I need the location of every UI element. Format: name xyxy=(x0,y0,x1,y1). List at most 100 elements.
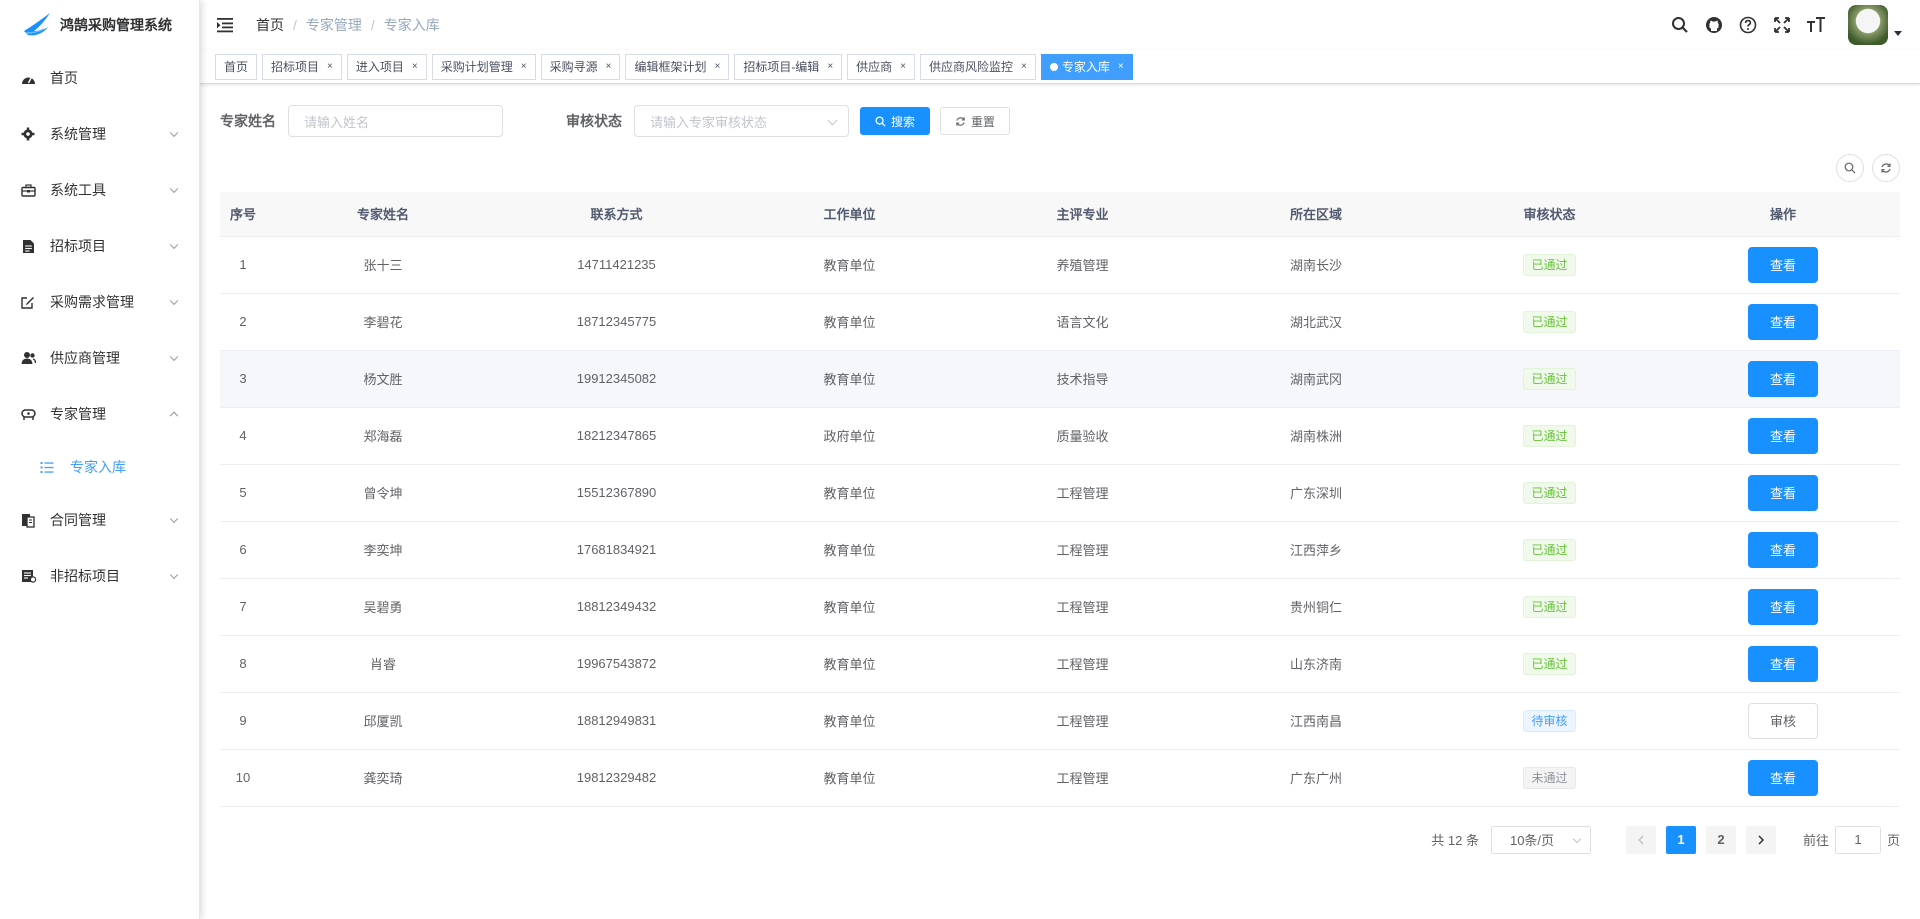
cell-name: 张十三 xyxy=(266,236,500,294)
cell-status: 已通过 xyxy=(1433,350,1666,408)
cell-name: 郑海磊 xyxy=(266,407,500,465)
page-1-button[interactable]: 1 xyxy=(1665,825,1696,854)
sidebar-item-system-management[interactable]: 系统管理 xyxy=(0,106,199,162)
close-icon[interactable]: × xyxy=(412,55,418,79)
tag-7[interactable]: 供应商 × xyxy=(847,53,916,80)
hamburger-icon[interactable] xyxy=(216,16,234,34)
sidebar: 鸿鹄采购管理系统 首页 系统管理 系统工具 招标项目 采购需求管理 供应商管理专家管理专家… xyxy=(0,0,200,919)
view-button[interactable]: 查看 xyxy=(1748,303,1818,340)
tag-6[interactable]: 招标项目-编辑 × xyxy=(734,53,843,80)
cell-unit: 教育单位 xyxy=(733,578,966,636)
column-header: 专家姓名 xyxy=(266,192,500,237)
sidebar-item-contract-management[interactable]: 合同管理 xyxy=(0,492,199,548)
sidebar-item-supplier-management[interactable]: 供应商管理 xyxy=(0,330,199,386)
next-page-button[interactable] xyxy=(1745,825,1776,854)
caret-down-icon[interactable] xyxy=(1894,30,1902,36)
tag-8[interactable]: 供应商风险监控 × xyxy=(920,53,1036,80)
page-size-select[interactable]: 10条/页 xyxy=(1490,825,1591,854)
view-button[interactable]: 查看 xyxy=(1748,759,1818,796)
cell-unit: 教育单位 xyxy=(733,464,966,522)
close-icon[interactable]: × xyxy=(327,55,333,79)
cell-status: 未通过 xyxy=(1433,749,1666,807)
tag-2[interactable]: 进入项目 × xyxy=(346,53,427,80)
prev-page-button[interactable] xyxy=(1625,825,1656,854)
close-icon[interactable]: × xyxy=(900,55,906,79)
cell-no: 2 xyxy=(220,293,266,351)
form-icon xyxy=(20,568,36,584)
audit-button[interactable]: 审核 xyxy=(1748,702,1818,739)
view-button[interactable]: 查看 xyxy=(1748,417,1818,454)
view-button[interactable]: 查看 xyxy=(1748,360,1818,397)
breadcrumb-home[interactable]: 首页 xyxy=(256,15,284,35)
goto-page-input[interactable]: 1 xyxy=(1834,825,1881,854)
search-button[interactable]: 搜索 xyxy=(860,107,931,135)
font-size-icon[interactable] xyxy=(1806,15,1826,35)
cell-action: 查看 xyxy=(1666,521,1900,579)
audit-status-label: 审核状态 xyxy=(566,113,622,129)
cell-status: 已通过 xyxy=(1433,293,1666,351)
chevron-left-icon xyxy=(1637,834,1644,845)
help-icon[interactable] xyxy=(1738,15,1758,35)
table-header-row: 序号 专家姓名 联系方式 工作单位 主评专业 所在区域 审核状态 操作 xyxy=(220,192,1900,237)
expert-name-input[interactable]: 请输入姓名 xyxy=(288,105,503,137)
cell-unit: 教育单位 xyxy=(733,293,966,351)
github-icon[interactable] xyxy=(1704,15,1724,35)
tag-label: 采购寻源 xyxy=(549,59,598,74)
cell-area: 湖南株洲 xyxy=(1199,407,1433,465)
cell-major: 工程管理 xyxy=(966,578,1199,636)
logo[interactable]: 鸿鹄采购管理系统 xyxy=(0,0,199,50)
refresh-table-button[interactable] xyxy=(1872,154,1900,182)
tag-3[interactable]: 采购计划管理 × xyxy=(431,53,536,80)
sidebar-item-home[interactable]: 首页 xyxy=(0,50,199,106)
reset-button[interactable]: 重置 xyxy=(940,107,1011,135)
table-row: 7 吴碧勇 18812349432 教育单位 工程管理 贵州铜仁 已通过 查看 xyxy=(220,578,1900,636)
avatar[interactable] xyxy=(1848,5,1888,45)
fullscreen-icon[interactable] xyxy=(1772,15,1792,35)
cell-area: 江西南昌 xyxy=(1199,692,1433,750)
close-icon[interactable]: × xyxy=(827,55,833,79)
tag-label: 供应商风险监控 xyxy=(929,59,1014,74)
view-button[interactable]: 查看 xyxy=(1748,246,1818,283)
sidebar-item-bidding-projects[interactable]: 招标项目 xyxy=(0,218,199,274)
status-badge: 未通过 xyxy=(1523,766,1576,789)
view-button[interactable]: 查看 xyxy=(1748,645,1818,682)
sidebar-item-procurement-demand[interactable]: 采购需求管理 xyxy=(0,274,199,330)
cell-name: 龚奕琦 xyxy=(266,749,500,807)
cell-action: 查看 xyxy=(1666,236,1900,294)
tag-4[interactable]: 采购寻源 × xyxy=(540,53,621,80)
cell-no: 5 xyxy=(220,464,266,522)
chevron-down-icon xyxy=(827,115,838,126)
sidebar-item-non-bidding-projects[interactable]: 非招标项目 xyxy=(0,548,199,604)
content: 专家姓名 请输入姓名 审核状态 请输入专家审核状态 搜索 重置 序号 专家姓名 … xyxy=(200,84,1920,854)
audit-status-select[interactable]: 请输入专家审核状态 xyxy=(634,105,849,137)
status-badge: 已通过 xyxy=(1523,310,1576,333)
tag-5[interactable]: 编辑框架计划 × xyxy=(625,53,730,80)
cell-action: 查看 xyxy=(1666,464,1900,522)
breadcrumb: 首页 / 专家管理 / 专家入库 xyxy=(256,15,440,35)
search-icon xyxy=(1844,162,1856,174)
status-badge: 待审核 xyxy=(1523,709,1576,732)
refresh-icon xyxy=(955,116,966,127)
cell-action: 查看 xyxy=(1666,407,1900,465)
sidebar-item-expert-management[interactable]: 专家管理 xyxy=(0,386,199,442)
sidebar-item-label: 专家管理 xyxy=(50,406,106,422)
cell-major: 质量验收 xyxy=(966,407,1199,465)
search-icon[interactable] xyxy=(1670,15,1690,35)
sidebar-item-system-tools[interactable]: 系统工具 xyxy=(0,162,199,218)
close-icon[interactable]: × xyxy=(1118,55,1124,79)
close-icon[interactable]: × xyxy=(606,55,612,79)
close-icon[interactable]: × xyxy=(521,55,527,79)
toggle-search-button[interactable] xyxy=(1836,154,1864,182)
view-button[interactable]: 查看 xyxy=(1748,531,1818,568)
status-badge: 已通过 xyxy=(1523,481,1576,504)
tag-9[interactable]: 专家入库 × xyxy=(1040,53,1133,80)
close-icon[interactable]: × xyxy=(1021,55,1027,79)
view-button[interactable]: 查看 xyxy=(1748,474,1818,511)
sidebar-subitem-expert-library[interactable]: 专家入库 xyxy=(0,442,199,492)
close-icon[interactable]: × xyxy=(714,55,720,79)
page-2-button[interactable]: 2 xyxy=(1705,825,1736,854)
tag-0[interactable]: 首页 xyxy=(215,53,258,80)
tag-1[interactable]: 招标项目 × xyxy=(262,53,342,80)
view-button[interactable]: 查看 xyxy=(1748,588,1818,625)
cell-no: 9 xyxy=(220,692,266,750)
